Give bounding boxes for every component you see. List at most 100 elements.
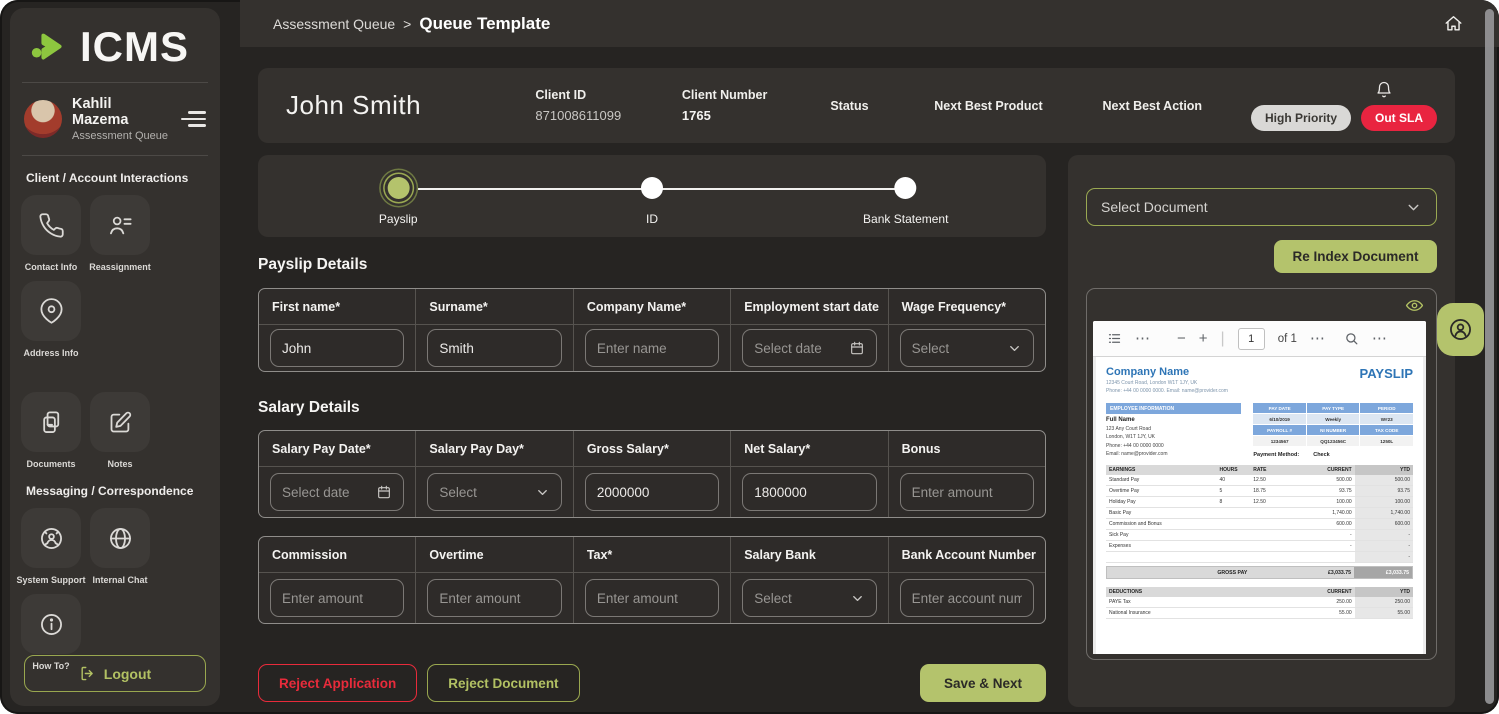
breadcrumb-separator: > <box>403 15 412 32</box>
salary-pay-date-picker[interactable]: Select date <box>270 473 405 511</box>
step-payslip[interactable]: Payslip <box>379 177 418 226</box>
first-name-input[interactable] <box>270 329 405 367</box>
gross-pay-row: GROSS PAY £3,033.75 £3,033.75 <box>1106 566 1413 579</box>
earnings-row: Overtime Pay 5 18.75 93.75 93.75 <box>1106 486 1413 497</box>
salary-pay-day-select[interactable]: Select <box>427 473 562 511</box>
next-best-action-label: Next Best Action <box>1102 98 1203 113</box>
sidebar-item-reassignment[interactable]: Reassignment <box>89 195 151 272</box>
reject-document-button[interactable]: Reject Document <box>427 664 580 702</box>
priority-badge: High Priority <box>1250 104 1351 131</box>
overtime-input[interactable] <box>427 579 562 617</box>
logout-icon <box>79 665 96 682</box>
sidebar-section-client-interactions: Client / Account Interactions <box>26 171 189 185</box>
form-actions: Reject Application Reject Document Save … <box>258 664 1046 702</box>
globe-icon <box>107 525 134 552</box>
zoom-in-icon[interactable]: + <box>1199 331 1208 346</box>
bank-account-number-input[interactable] <box>899 579 1035 617</box>
app-window: ICMS Kahlil Mazema Assessment Queue Clie… <box>0 0 1499 714</box>
tax-input[interactable] <box>584 579 720 617</box>
pdf-viewer: ⋯ − + | of 1 ⋯ ⋯ Com <box>1093 321 1426 654</box>
sidebar-item-contact-info[interactable]: Contact Info <box>21 195 81 272</box>
pdf-page-area: Company Name 12345 Court Road, London W1… <box>1093 357 1426 654</box>
step-id[interactable]: ID <box>641 177 663 226</box>
doc-title: PAYSLIP <box>1359 366 1413 381</box>
salary-details-table-1: Salary Pay Date* Select date Salary Pay … <box>258 430 1046 518</box>
earnings-row: - <box>1106 552 1413 563</box>
vertical-scrollbar[interactable] <box>1485 9 1494 704</box>
chevron-down-icon <box>535 485 550 500</box>
surname-input[interactable] <box>427 329 562 367</box>
sidebar-item-address-info[interactable]: Address Info <box>21 281 81 358</box>
sidebar-item-system-support[interactable]: System Support <box>17 508 86 585</box>
client-id-label: Client ID <box>535 88 587 102</box>
chevron-down-icon <box>850 591 865 606</box>
payslip-details-title: Payslip Details <box>258 256 368 273</box>
sidebar-item-internal-chat[interactable]: Internal Chat <box>90 508 150 585</box>
client-id-value: 871008611099 <box>535 108 622 123</box>
icms-logo-icon <box>28 24 74 70</box>
bonus-input[interactable] <box>899 473 1035 511</box>
logout-button[interactable]: Logout <box>24 655 206 692</box>
employment-start-date-picker[interactable]: Select date <box>742 329 877 367</box>
wage-frequency-select[interactable]: Select <box>899 329 1035 367</box>
user-profile: Kahlil Mazema Assessment Queue <box>10 83 220 155</box>
avatar <box>24 100 62 138</box>
deduction-row: PAYE Tax 250.00 250.00 <box>1106 597 1413 608</box>
client-number-label: Client Number <box>681 88 768 102</box>
more-options-icon[interactable]: ⋯ <box>1135 331 1150 346</box>
save-next-button[interactable]: Save & Next <box>919 664 1046 702</box>
top-header: Assessment Queue > Queue Template <box>240 0 1499 47</box>
sidebar: ICMS Kahlil Mazema Assessment Queue Clie… <box>10 8 220 706</box>
sidebar-item-documents[interactable]: Documents <box>21 392 81 469</box>
search-icon[interactable] <box>1344 331 1359 346</box>
calendar-icon <box>376 484 392 500</box>
thumbnails-icon[interactable] <box>1107 331 1122 346</box>
info-icon <box>38 611 65 638</box>
more-options-icon[interactable]: ⋯ <box>1372 331 1387 346</box>
step-bank-statement[interactable]: Bank Statement <box>863 177 948 226</box>
earnings-row: Basic Pay 1,740.00 1,740.00 <box>1106 508 1413 519</box>
salary-details-table-2: Commission Overtime Tax* Salary Bank Sel… <box>258 536 1046 624</box>
reject-application-button[interactable]: Reject Application <box>258 664 418 702</box>
payslip-document: Company Name 12345 Court Road, London W1… <box>1096 357 1423 654</box>
eye-icon[interactable] <box>1405 296 1424 315</box>
status-label: Status <box>830 98 869 113</box>
salary-bank-select[interactable]: Select <box>742 579 877 617</box>
app-title: ICMS <box>80 23 189 70</box>
reindex-document-button[interactable]: Re Index Document <box>1274 240 1437 273</box>
company-name-input[interactable] <box>584 329 720 367</box>
location-pin-icon <box>38 297 65 325</box>
earnings-row: Holiday Pay 8 12.50 100.00 100.00 <box>1106 497 1413 508</box>
support-icon <box>38 525 65 552</box>
earnings-row: Sick Pay - - <box>1106 530 1413 541</box>
sidebar-item-notes[interactable]: Notes <box>90 392 150 469</box>
calendar-icon <box>849 340 865 356</box>
notes-icon <box>107 409 134 436</box>
commission-input[interactable] <box>270 579 405 617</box>
home-icon[interactable] <box>1444 14 1463 33</box>
zoom-out-icon[interactable]: − <box>1177 331 1186 346</box>
salary-details-title: Salary Details <box>258 399 360 416</box>
documents-icon <box>38 409 65 436</box>
bell-icon[interactable] <box>1375 81 1393 99</box>
phone-icon <box>38 212 65 239</box>
menu-toggle-icon[interactable] <box>180 111 206 127</box>
step-dot <box>894 177 917 199</box>
more-options-icon[interactable]: ⋯ <box>1310 331 1325 346</box>
employee-info-header: EMPLOYEE INFORMATION <box>1106 403 1242 414</box>
document-stepper: Payslip ID Bank Statement <box>258 155 1046 237</box>
user-name: Kahlil Mazema <box>72 96 129 128</box>
sidebar-section-messaging: Messaging / Correspondence <box>26 484 194 498</box>
step-dot <box>641 177 663 199</box>
gross-salary-input[interactable] <box>584 473 720 511</box>
net-salary-input[interactable] <box>742 473 877 511</box>
breadcrumb-parent[interactable]: Assessment Queue <box>273 16 395 32</box>
client-name: John Smith <box>286 90 422 120</box>
breadcrumb-current: Queue Template <box>419 13 551 33</box>
page-number-input[interactable] <box>1237 327 1265 350</box>
client-number-value: 1765 <box>681 108 711 123</box>
sla-badge: Out SLA <box>1361 104 1437 131</box>
chevron-down-icon <box>1007 341 1022 356</box>
select-document-dropdown[interactable]: Select Document <box>1086 188 1437 226</box>
user-profile-tab[interactable] <box>1437 303 1484 356</box>
